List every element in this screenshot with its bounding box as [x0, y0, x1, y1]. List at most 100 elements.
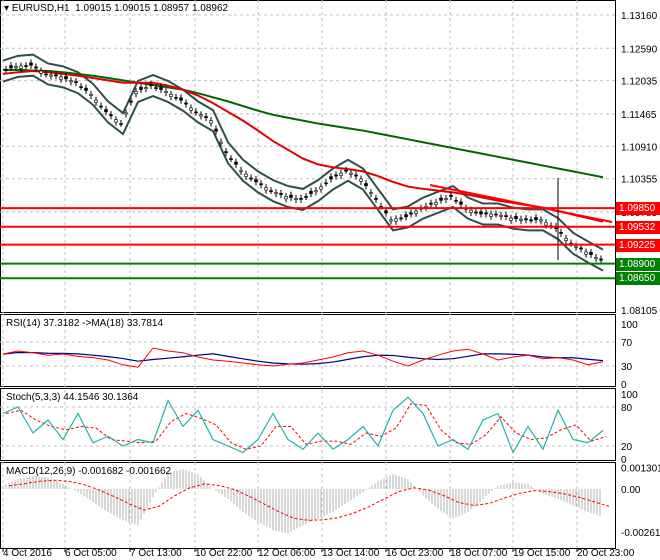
candle-body: [374, 197, 378, 200]
price-tick-label: 1.12590: [621, 44, 658, 55]
candle-body: [249, 177, 253, 180]
candle-body: [219, 141, 223, 144]
chart-window[interactable]: 4 Oct 2016 6 Oct 05:00 7 Oct 13:00 10 Oct 2…: [0, 0, 660, 560]
candle-body: [354, 174, 358, 177]
candle-body: [54, 74, 58, 77]
candle-body: [49, 74, 53, 77]
rsi-tick-label: 70: [621, 338, 633, 349]
candle-body: [204, 116, 208, 119]
candle-body: [499, 215, 503, 217]
candle-body: [189, 107, 193, 111]
x-tick-label: 16 Oct 23:00: [386, 548, 444, 559]
candle-body: [89, 94, 93, 96]
candle-body: [434, 202, 438, 205]
candle-body: [184, 102, 188, 105]
candle-body: [359, 178, 363, 182]
price-tick-label: 1.12035: [621, 77, 658, 88]
candle-body: [369, 192, 373, 195]
candle-body: [459, 201, 463, 205]
candle-body: [64, 76, 68, 80]
candle-body: [564, 238, 568, 241]
candle-body: [344, 169, 348, 172]
price-tick-label: 1.10355: [621, 175, 658, 186]
x-tick-label: 13 Oct 14:00: [322, 548, 380, 559]
candle-body: [449, 195, 453, 197]
candle-body: [404, 214, 408, 218]
candle-body: [414, 210, 418, 214]
candle-body: [394, 218, 398, 222]
candle-body: [534, 217, 538, 221]
candle-body: [594, 257, 598, 259]
candle-body: [274, 192, 278, 195]
candle-body: [254, 179, 258, 183]
candle-body: [199, 114, 203, 117]
candle-body: [289, 194, 293, 198]
candle-body: [329, 176, 333, 180]
macd-tick-label: 0.00: [621, 485, 641, 496]
level-price-tag: 1.08650: [616, 272, 660, 286]
candle-body: [524, 218, 528, 221]
candle-body: [584, 251, 588, 255]
level-price-tag: 1.09850: [616, 202, 660, 216]
candle-body: [259, 183, 263, 186]
candle-body: [134, 91, 138, 95]
candle-body: [324, 182, 328, 185]
candle-body: [174, 96, 178, 99]
candle-body: [24, 65, 28, 67]
level-price-tag: 1.09532: [616, 220, 660, 234]
candle-body: [379, 205, 383, 208]
candle-body: [4, 69, 8, 71]
x-tick-label: 7 Oct 13:00: [130, 548, 182, 559]
candle-body: [559, 231, 563, 234]
stoch-signal-line: [5, 403, 607, 450]
candle-body: [319, 186, 323, 190]
x-tick-label: 4 Oct 2016: [3, 548, 52, 559]
candle-body: [539, 219, 543, 222]
x-tick-label: 18 Oct 07:00: [450, 548, 508, 559]
x-tick-label: 6 Oct 05:00: [65, 548, 117, 559]
candle-body: [69, 80, 73, 83]
candle-body: [504, 215, 508, 218]
candle-body: [409, 212, 413, 215]
ohlc-values: 1.09015 1.09015 1.08957 1.08962: [75, 3, 229, 14]
candle-body: [304, 196, 308, 198]
candle-body: [129, 100, 133, 103]
rsi-label: RSI(14) 37.3182 ->MA(18) 33.7814: [6, 318, 164, 329]
candle-body: [509, 217, 513, 221]
rsi-tick-label: 30: [621, 362, 633, 373]
candle-body: [334, 174, 338, 177]
candle-body: [384, 210, 388, 214]
candle-body: [389, 219, 393, 222]
candle-body: [34, 66, 38, 69]
candle-body: [114, 119, 118, 123]
candle-body: [439, 197, 443, 201]
candle-body: [149, 84, 153, 86]
candle-body: [99, 105, 103, 108]
candle-body: [79, 86, 83, 88]
candle-body: [229, 158, 233, 160]
x-tick-label: 10 Oct 22:00: [195, 548, 253, 559]
candle-body: [579, 247, 583, 250]
candle-body: [309, 190, 313, 194]
candle-body: [154, 87, 158, 89]
candle-body: [479, 211, 483, 215]
price-tick-label: 1.10910: [621, 142, 658, 153]
candle-body: [14, 66, 18, 68]
price-tick-label: 1.08105: [621, 306, 658, 317]
candle-body: [84, 87, 88, 91]
pane-border-0: [0, 0, 616, 313]
candle-body: [39, 70, 43, 74]
candle-body: [339, 172, 343, 176]
candle-body: [484, 212, 488, 215]
candle-body: [59, 76, 63, 80]
candle-body: [194, 111, 198, 114]
candle-body: [474, 211, 478, 214]
candle-body: [234, 161, 238, 165]
candle-body: [94, 99, 98, 103]
candle-body: [139, 86, 143, 90]
candle-body: [399, 217, 403, 220]
candle-body: [469, 209, 473, 213]
candle-body: [159, 86, 163, 90]
candle-body: [299, 197, 303, 200]
symbol-header: ▾ EURUSD,H1 1.09015 1.09015 1.08957 1.08…: [4, 3, 229, 14]
